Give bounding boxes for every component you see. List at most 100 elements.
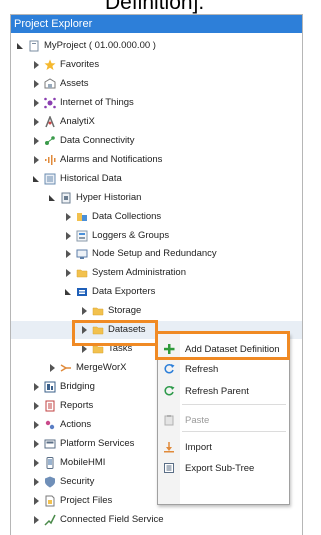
collapsed-arrow-icon[interactable] (34, 515, 39, 524)
tree-node-label: Actions (60, 419, 92, 430)
tree-node-label: Storage (108, 305, 142, 317)
collapsed-arrow-icon[interactable] (66, 269, 71, 278)
tree-node-loggers-groups[interactable]: Loggers & Groups (11, 227, 302, 245)
tree-node-label: Internet of Things (60, 96, 134, 108)
collapsed-arrow-icon[interactable] (34, 421, 39, 429)
mobile-icon (44, 456, 56, 469)
tree-node-node-setup-and-redundancy[interactable]: Node Setup and Redundancy (11, 245, 302, 263)
tree-node-label: System Administration (92, 267, 186, 279)
collapsed-arrow-icon[interactable] (34, 477, 39, 486)
menu-item-refresh-parent[interactable]: Refresh Parent (158, 381, 289, 401)
tree-node-label: Platform Services (60, 437, 135, 449)
collapsed-arrow-icon[interactable] (82, 307, 87, 316)
tree-node-label: Data Collections (92, 210, 162, 222)
tree-node-label: Connected Field Service (60, 513, 164, 525)
iot-icon (44, 97, 56, 109)
tree-node-connected-field-service[interactable]: Connected Field Service (11, 511, 302, 529)
tree-node-historical-data[interactable]: Historical Data (11, 170, 302, 188)
tree-node-favorites[interactable]: Favorites (11, 56, 302, 74)
collapsed-arrow-icon[interactable] (34, 117, 39, 126)
tree-node-label: MergeWorX (76, 362, 127, 374)
tree-node-label: Assets (60, 77, 89, 89)
tree-node-label: Project Files (60, 494, 113, 506)
tree-node-label: Data Connectivity (60, 134, 135, 146)
tree-node-myproject-01-00-000-00[interactable]: MyProject ( 01.00.000.00 ) (11, 37, 302, 55)
import-icon (163, 441, 175, 453)
collapsed-arrow-icon[interactable] (34, 98, 39, 107)
tree-node-assets[interactable]: Assets (11, 75, 302, 93)
mergeworx-icon (60, 362, 72, 374)
paste-icon (163, 414, 175, 426)
tree-node-data-collections[interactable]: Data Collections (11, 208, 302, 226)
tree-node-label: Bridging (60, 381, 95, 393)
project-icon (28, 40, 40, 52)
project-files-icon (44, 495, 56, 507)
collapsed-arrow-icon[interactable] (34, 136, 39, 145)
tree-node-label: Security (60, 475, 95, 487)
collapsed-arrow-icon[interactable] (34, 383, 39, 392)
collapsed-arrow-icon[interactable] (34, 402, 39, 411)
tree-node-label: Loggers & Groups (92, 229, 170, 241)
data-collections-icon (76, 211, 88, 223)
folder-icon (76, 267, 88, 279)
panel-title: Project Explorer (11, 15, 302, 33)
node-setup-icon (76, 248, 88, 260)
tree-node-internet-of-things[interactable]: Internet of Things (11, 94, 302, 112)
collapsed-arrow-icon[interactable] (34, 458, 39, 467)
field-service-icon (44, 514, 56, 526)
collapsed-arrow-icon[interactable] (34, 155, 39, 164)
tree-node-hyper-historian[interactable]: Hyper Historian (11, 189, 302, 207)
tree-node-label: MobileHMI (60, 456, 106, 468)
tree-node-label: Node Setup and Redundancy (92, 248, 217, 260)
tree-node-data-exporters[interactable]: Data Exporters (11, 283, 302, 301)
security-icon (44, 476, 56, 488)
collapsed-arrow-icon[interactable] (82, 345, 87, 354)
historian-icon (60, 192, 72, 204)
tree-node-label: AnalytiX (60, 115, 95, 127)
assets-icon (44, 78, 56, 90)
loggers-icon (76, 230, 88, 242)
collapsed-arrow-icon[interactable] (66, 231, 71, 240)
collapsed-arrow-icon[interactable] (34, 60, 39, 69)
tree-node-system-administration[interactable]: System Administration (11, 264, 302, 282)
menu-separator (182, 404, 286, 405)
collapsed-arrow-icon[interactable] (66, 250, 71, 259)
collapsed-arrow-icon[interactable] (34, 79, 39, 88)
tree-node-label: Alarms and Notifications (60, 153, 163, 165)
tree-node-label: Reports (60, 400, 94, 412)
expanded-arrow-icon[interactable] (65, 289, 71, 296)
add-dataset-highlight-box (155, 331, 290, 360)
tree-node-storage[interactable]: Storage (11, 302, 302, 320)
collapsed-arrow-icon[interactable] (34, 496, 39, 505)
export-icon (163, 462, 175, 474)
tree-node-analytix[interactable]: AnalytiX (11, 113, 302, 131)
tree-node-data-connectivity[interactable]: Data Connectivity (11, 132, 302, 150)
caption-text: Definition]. (105, 0, 205, 14)
expanded-arrow-icon[interactable] (49, 194, 55, 201)
tree-node-alarms-and-notifications[interactable]: Alarms and Notifications (11, 151, 302, 169)
menu-separator (182, 431, 286, 432)
analytix-icon (44, 114, 56, 128)
menu-item-export-sub-tree[interactable]: Export Sub-Tree (158, 458, 289, 478)
menu-item-label: Import (185, 442, 212, 453)
tree-node-label: Historical Data (60, 172, 122, 184)
datasets-highlight-box (72, 320, 158, 346)
connectivity-icon (44, 135, 56, 147)
refresh-parent-icon (163, 385, 175, 397)
tree-node-label: Hyper Historian (76, 191, 142, 203)
data-exporters-icon (76, 286, 88, 298)
menu-item-label: Export Sub-Tree (185, 463, 255, 474)
collapsed-arrow-icon[interactable] (66, 212, 71, 221)
expanded-arrow-icon[interactable] (33, 175, 39, 182)
alarm-icon (44, 154, 56, 166)
collapsed-arrow-icon[interactable] (34, 439, 39, 448)
menu-item-label: Refresh Parent (185, 386, 249, 397)
menu-item-refresh[interactable]: Refresh (158, 359, 289, 379)
actions-icon (44, 419, 56, 431)
bridging-icon (44, 381, 56, 393)
tree-node-label: Favorites (60, 58, 100, 70)
expanded-arrow-icon[interactable] (17, 43, 23, 49)
menu-item-paste[interactable]: Paste (158, 410, 289, 430)
menu-item-import[interactable]: Import (158, 437, 289, 457)
collapsed-arrow-icon[interactable] (50, 364, 55, 373)
